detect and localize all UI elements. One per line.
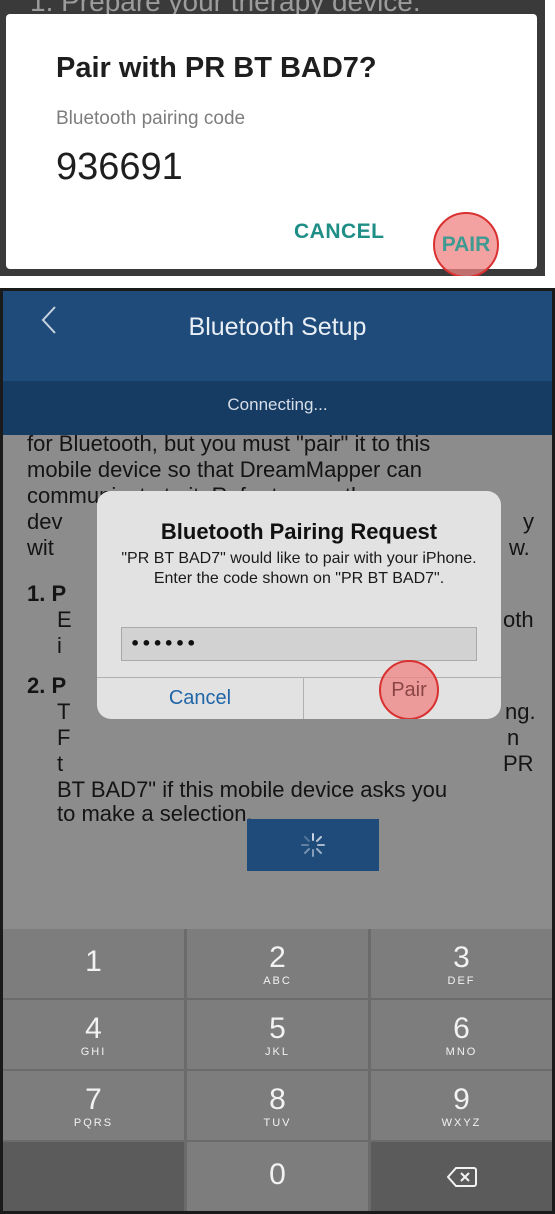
page-title: Bluetooth Setup [188, 313, 367, 341]
status-bar: Connecting... [3, 381, 552, 435]
body-line: w. [509, 535, 530, 560]
key-letters: DEF [447, 975, 476, 987]
step-2-text: BT BAD7" if this mobile device asks you [57, 777, 448, 802]
step-2-text: T [57, 699, 71, 724]
pairing-code: 936691 [56, 146, 183, 188]
step-2-text: to make a selection. [57, 801, 253, 826]
ios-bluetooth-setup-screen: Bluetooth Setup Connecting... for Blueto… [0, 288, 555, 1214]
key-letters: JKL [265, 1046, 290, 1058]
key-digit: 9 [453, 1083, 470, 1116]
android-pairing-dialog: Pair with PR BT BAD7? Bluetooth pairing … [6, 14, 537, 276]
key-3[interactable]: 3 DEF [371, 929, 552, 998]
pairing-request-alert: Bluetooth Pairing Request "PR BT BAD7" w… [97, 491, 501, 719]
key-7[interactable]: 7 PQRS [3, 1071, 184, 1140]
body-line: for Bluetooth, but you must "pair" it to… [27, 431, 431, 456]
key-digit: 8 [269, 1083, 286, 1116]
key-digit: 5 [269, 1012, 286, 1045]
alert-cancel-button[interactable]: Cancel [97, 677, 303, 719]
step-2-text: t [57, 751, 64, 776]
alert-pair-label: Pair [391, 678, 427, 701]
key-5[interactable]: 5 JKL [187, 1000, 368, 1069]
body-line: y [523, 509, 534, 534]
nav-bar: Bluetooth Setup [3, 291, 552, 381]
key-0[interactable]: 0 [187, 1142, 368, 1211]
body-line: dev [27, 509, 63, 534]
pairing-code-label: Bluetooth pairing code [56, 108, 246, 129]
step-1-text: oth [503, 607, 534, 632]
divider [303, 677, 304, 719]
key-digit: 3 [453, 941, 470, 974]
step-2-heading: 2. P [27, 673, 67, 698]
key-2[interactable]: 2 ABC [187, 929, 368, 998]
key-6[interactable]: 6 MNO [371, 1000, 552, 1069]
key-digit: 4 [85, 1012, 102, 1045]
connection-status: Connecting... [227, 395, 328, 414]
key-8[interactable]: 8 TUV [187, 1071, 368, 1140]
step-2-text: ng. [505, 699, 536, 724]
alert-message: "PR BT BAD7" would like to pair with you… [121, 550, 477, 587]
android-pairing-screen: 1. Prepare your therapy device: Pair wit… [0, 0, 545, 276]
key-1[interactable]: 1 [3, 929, 184, 998]
key-digit: 2 [269, 941, 286, 974]
pair-button[interactable]: PAIR [433, 212, 499, 276]
backspace-icon [446, 1167, 477, 1187]
key-digit: 7 [85, 1083, 102, 1116]
dialog-title: Pair with PR BT BAD7? [56, 52, 377, 84]
step-1-text: E [57, 607, 72, 632]
key-letters: TUV [263, 1117, 292, 1129]
body-line: wit [27, 535, 54, 560]
step-1-text: i [57, 633, 62, 658]
spinner-icon [301, 833, 325, 857]
key-digit: 1 [85, 945, 102, 978]
key-letters: ABC [263, 975, 292, 987]
pairing-code-input[interactable]: •••••• [121, 627, 477, 661]
key-9[interactable]: 9 WXYZ [371, 1071, 552, 1140]
key-digit: 6 [453, 1012, 470, 1045]
delete-key[interactable] [371, 1142, 552, 1211]
step-1-heading: 1. P [27, 581, 67, 606]
step-2-text: PR [503, 751, 534, 776]
body-line: mobile device so that DreamMapper can [27, 457, 422, 482]
alert-title: Bluetooth Pairing Request [160, 519, 438, 544]
step-2-text: n [507, 725, 520, 750]
key-blank [3, 1142, 184, 1211]
alert-pair-button[interactable]: Pair [379, 660, 439, 719]
key-letters: PQRS [73, 1117, 114, 1129]
key-letters: GHI [80, 1046, 107, 1058]
key-letters: MNO [445, 1046, 478, 1058]
cancel-button[interactable]: CANCEL [294, 220, 385, 244]
key-letters: WXYZ [441, 1117, 482, 1129]
numeric-keypad: 1 2 ABC 3 DEF 4 GHI 5 JKL 6 MNO 7 PQRS 8… [3, 929, 552, 1211]
connecting-button[interactable] [247, 819, 379, 871]
pair-button-label: PAIR [441, 233, 491, 256]
key-4[interactable]: 4 GHI [3, 1000, 184, 1069]
key-digit: 0 [269, 1158, 286, 1191]
step-2-text: F [57, 725, 71, 750]
